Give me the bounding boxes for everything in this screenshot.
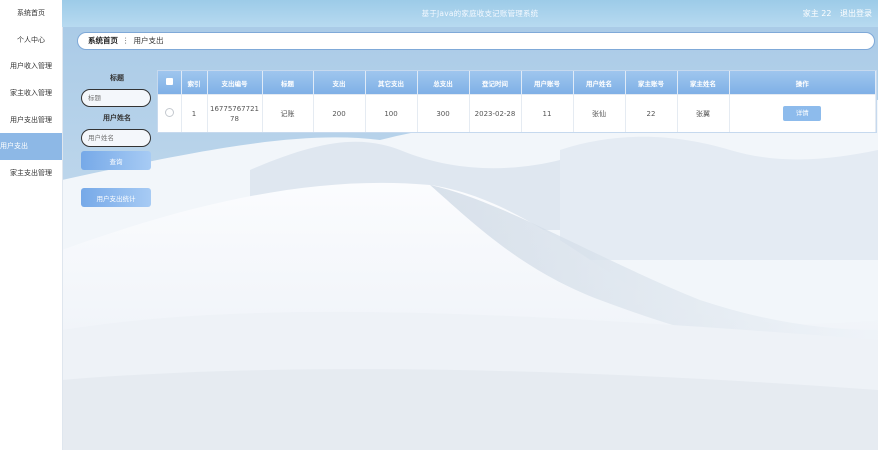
cell-account: 11	[521, 94, 574, 132]
cell-expense: 200	[313, 94, 366, 132]
name-input[interactable]	[81, 129, 151, 147]
cell-owner-name: 张翼	[677, 94, 730, 132]
sidebar-item-user-income[interactable]: 用户收入管理	[0, 53, 62, 80]
sidebar-item-user-expense-mgmt[interactable]: 用户支出管理	[0, 107, 62, 134]
sidebar-item-profile[interactable]: 个人中心	[0, 27, 62, 54]
cell-action: 详情	[729, 94, 876, 132]
app-title: 基于Java的家庭收支记账管理系统	[421, 9, 539, 18]
column-header: 其它支出	[365, 71, 418, 95]
column-header: 用户账号	[521, 71, 574, 95]
table-header-row: 索引 支出编号 标题 支出 其它支出 总支出 登记时间 用户账号 用户姓名 家主…	[158, 71, 876, 95]
column-header: 索引	[181, 71, 208, 95]
row-select-radio[interactable]	[158, 94, 182, 132]
top-bar: 基于Java的家庭收支记账管理系统 家主 22 退出登录	[62, 0, 878, 27]
cell-name: 张仙	[573, 94, 626, 132]
table-row: 1 1677576772178 记账 200 100 300 2023-02-2…	[158, 94, 876, 132]
title-label: 标题	[110, 74, 124, 82]
select-all-checkbox[interactable]	[158, 71, 182, 95]
sidebar: 系统首页 个人中心 用户收入管理 家主收入管理 用户支出管理 用户支出 家主支出…	[0, 0, 63, 450]
search-panel: 标题 用户姓名 查询 用户支出统计	[80, 73, 154, 207]
column-header: 支出编号	[207, 71, 263, 95]
user-label: 家主 22	[802, 9, 832, 18]
column-header: 家主姓名	[677, 71, 730, 95]
column-header: 总支出	[417, 71, 470, 95]
cell-title: 记账	[262, 94, 314, 132]
breadcrumb-current: 用户支出	[133, 36, 164, 45]
cell-other: 100	[365, 94, 418, 132]
cell-owner-account: 22	[625, 94, 678, 132]
cell-index: 1	[181, 94, 208, 132]
sidebar-item-home[interactable]: 系统首页	[0, 0, 62, 27]
detail-button[interactable]: 详情	[783, 106, 822, 121]
column-header: 标题	[262, 71, 314, 95]
query-button[interactable]: 查询	[81, 151, 151, 170]
cell-number: 1677576772178	[207, 94, 263, 132]
name-label: 用户姓名	[103, 114, 131, 122]
column-header: 用户姓名	[573, 71, 626, 95]
sidebar-item-user-expense[interactable]: 用户支出	[0, 133, 62, 161]
column-header: 支出	[313, 71, 366, 95]
column-header: 家主账号	[625, 71, 678, 95]
column-header: 操作	[729, 71, 876, 95]
cell-date: 2023-02-28	[469, 94, 522, 132]
stats-button[interactable]: 用户支出统计	[81, 188, 151, 207]
logout-link[interactable]: 退出登录	[840, 9, 872, 18]
cell-total: 300	[417, 94, 470, 132]
sidebar-item-owner-expense[interactable]: 家主支出管理	[0, 160, 62, 187]
title-input[interactable]	[81, 89, 151, 107]
user-area: 家主 22 退出登录	[797, 8, 872, 19]
breadcrumb-home[interactable]: 系统首页	[88, 36, 118, 45]
breadcrumb: 系统首页 ⋮ 用户支出	[77, 32, 875, 50]
column-header: 登记时间	[469, 71, 522, 95]
snow-dunes-background	[0, 0, 878, 450]
expense-table: 索引 支出编号 标题 支出 其它支出 总支出 登记时间 用户账号 用户姓名 家主…	[157, 70, 877, 133]
breadcrumb-separator: ⋮	[122, 36, 130, 45]
sidebar-item-owner-income[interactable]: 家主收入管理	[0, 80, 62, 107]
